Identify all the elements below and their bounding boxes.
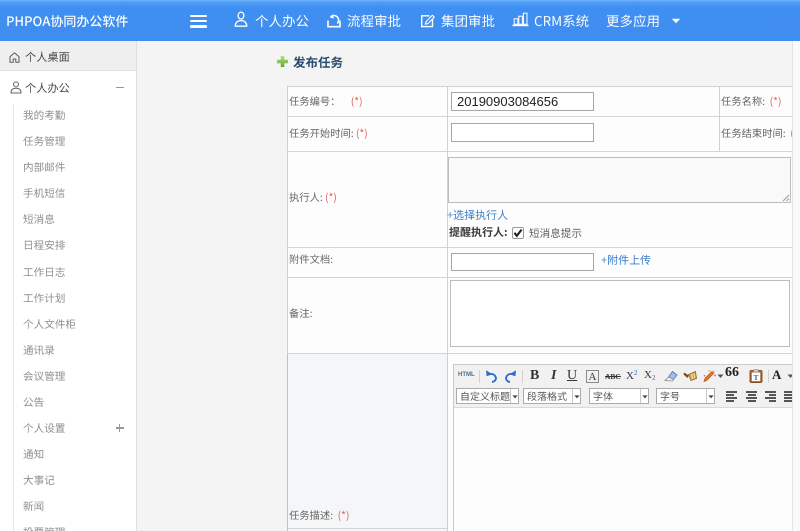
svg-text:T: T <box>753 373 758 382</box>
